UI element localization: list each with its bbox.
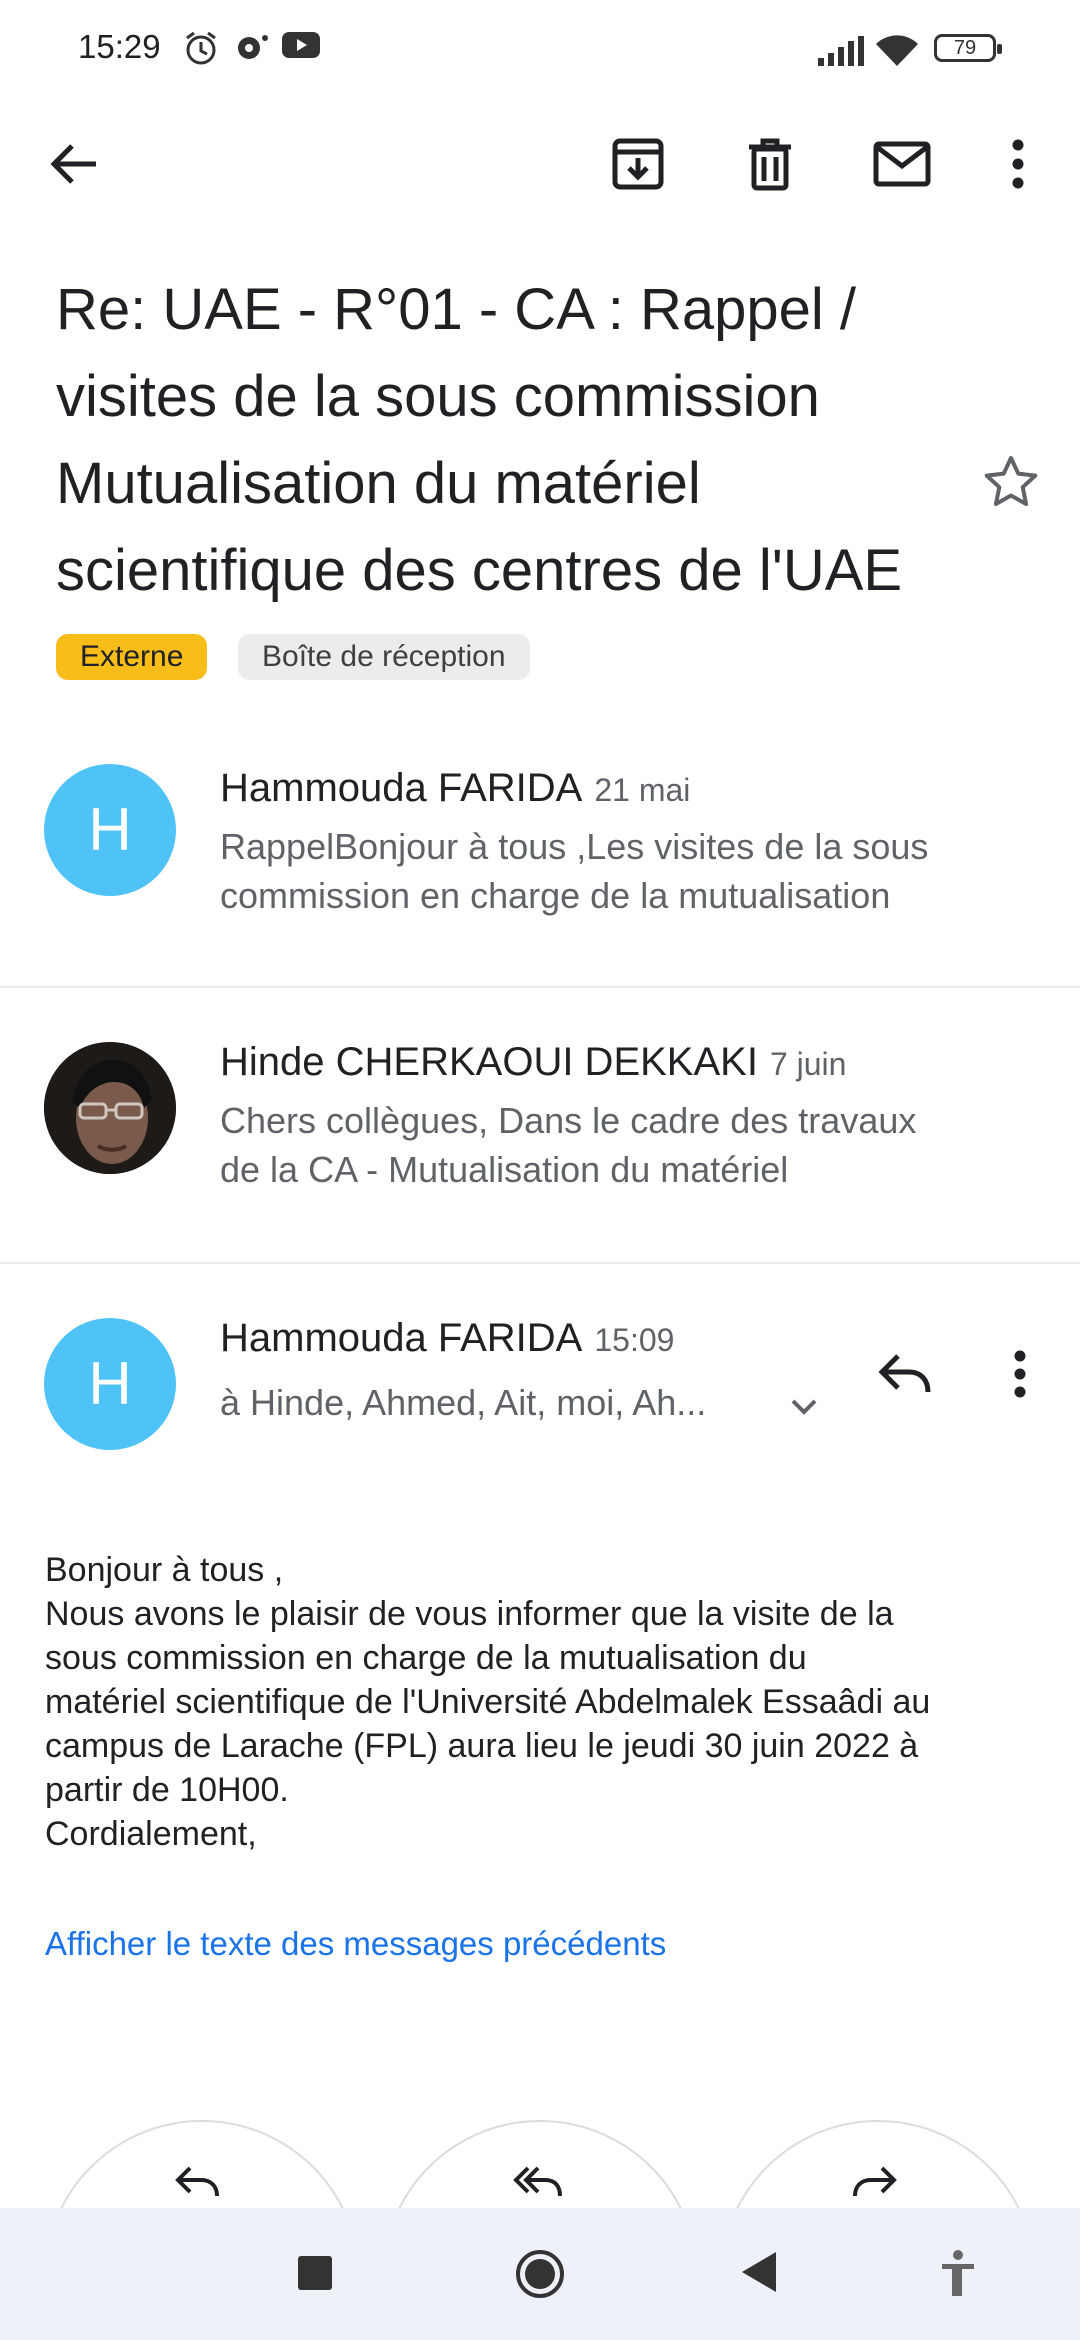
star-icon[interactable]: [982, 454, 1040, 510]
home-icon[interactable]: [514, 2248, 566, 2300]
body-line: partir de 10H00.: [45, 1771, 289, 1809]
battery-icon: 79: [934, 34, 1002, 62]
message-collapsed-2[interactable]: Hinde CHERKAOUI DEKKAKI 7 juin Chers coll…: [0, 988, 1080, 1262]
recents-icon[interactable]: [298, 2256, 332, 2290]
person-photo-icon: [44, 1042, 176, 1174]
show-previous-messages-link[interactable]: Afficher le texte des messages précédent…: [45, 1925, 666, 1963]
snippet-line: RappelBonjour à tous ,Les visites de la …: [220, 826, 929, 867]
recipients[interactable]: à Hinde, Ahmed, Ait, moi, Ah...: [220, 1382, 706, 1424]
message-collapsed-1[interactable]: H Hammouda FARIDA 21 mai RappelBonjour à …: [0, 740, 1080, 984]
subject-line: visites de la sous commission: [56, 364, 820, 429]
message-date: 21 mai: [594, 772, 691, 808]
message-header: Hammouda FARIDA 21 mai: [220, 766, 690, 811]
forward-icon: [853, 2166, 897, 2197]
mark-unread-button[interactable]: [872, 134, 932, 194]
more-options-button[interactable]: [988, 134, 1048, 194]
status-time: 15:29: [78, 28, 161, 65]
snippet-line: commission en charge de la mutualisation: [220, 875, 891, 916]
back-nav-icon[interactable]: [742, 2252, 776, 2292]
more-vert-icon: [1012, 139, 1024, 189]
delete-button[interactable]: [740, 134, 800, 194]
back-button[interactable]: [44, 134, 104, 194]
subject-line: Re: UAE - R°01 - CA : Rappel /: [56, 277, 857, 342]
message-header: Hammouda FARIDA 15:09: [220, 1316, 674, 1361]
message-date: 7 juin: [769, 1046, 847, 1082]
wifi-icon: [876, 35, 918, 66]
subject-line: scientifique des centres de l'UAE: [56, 538, 903, 603]
sync-icon: [238, 35, 268, 59]
body-line: Cordialement,: [45, 1815, 257, 1853]
message-body: Bonjour à tous , Nous avons le plaisir d…: [45, 1548, 1055, 1856]
body-line: Nous avons le plaisir de vous informer q…: [45, 1595, 894, 1633]
avatar: H: [44, 1318, 176, 1450]
signal-icon: [818, 36, 864, 66]
email-subject: Re: UAE - R°01 - CA : Rappel / visites d…: [56, 266, 956, 614]
message-header: Hinde CHERKAOUI DEKKAKI 7 juin: [220, 1040, 846, 1085]
message-snippet: Chers collègues, Dans le cadre des trava…: [220, 1096, 1080, 1194]
message-more-icon[interactable]: [1014, 1350, 1026, 1398]
sender-name: Hammouda FARIDA: [220, 766, 583, 810]
divider: [0, 1262, 1080, 1264]
label-externe[interactable]: Externe: [56, 634, 208, 680]
body-line: Bonjour à tous ,: [45, 1551, 284, 1589]
accessibility-icon[interactable]: [940, 2250, 976, 2296]
sender-name: Hammouda FARIDA: [220, 1316, 583, 1360]
message-snippet: RappelBonjour à tous ,Les visites de la …: [220, 822, 1080, 920]
system-nav-bar: [0, 2208, 1080, 2340]
chevron-down-icon[interactable]: [790, 1398, 818, 1416]
archive-icon: [612, 138, 664, 190]
avatar-photo: [44, 1042, 176, 1174]
body-line: sous commission en charge de la mutualis…: [45, 1639, 807, 1677]
body-line: matériel scientifique de l'Université Ab…: [45, 1683, 931, 1721]
subject-line: Mutualisation du matériel: [56, 451, 701, 516]
label-inbox[interactable]: Boîte de réception: [238, 634, 530, 680]
back-arrow-icon: [50, 144, 96, 184]
reply-icon[interactable]: [878, 1352, 932, 1396]
snippet-line: de la CA - Mutualisation du matériel: [220, 1149, 789, 1190]
youtube-icon: [282, 32, 320, 58]
mail-icon: [873, 141, 931, 187]
reply-icon: [175, 2166, 219, 2197]
message-date: 15:09: [594, 1322, 675, 1358]
snippet-line: Chers collègues, Dans le cadre des trava…: [220, 1100, 917, 1141]
alarm-icon: [186, 31, 216, 65]
archive-button[interactable]: [608, 134, 668, 194]
reply-all-icon: [513, 2166, 562, 2197]
avatar: H: [44, 764, 176, 896]
sender-name: Hinde CHERKAOUI DEKKAKI: [220, 1040, 758, 1084]
body-line: campus de Larache (FPL) aura lieu le jeu…: [45, 1727, 919, 1765]
trash-icon: [749, 138, 791, 191]
